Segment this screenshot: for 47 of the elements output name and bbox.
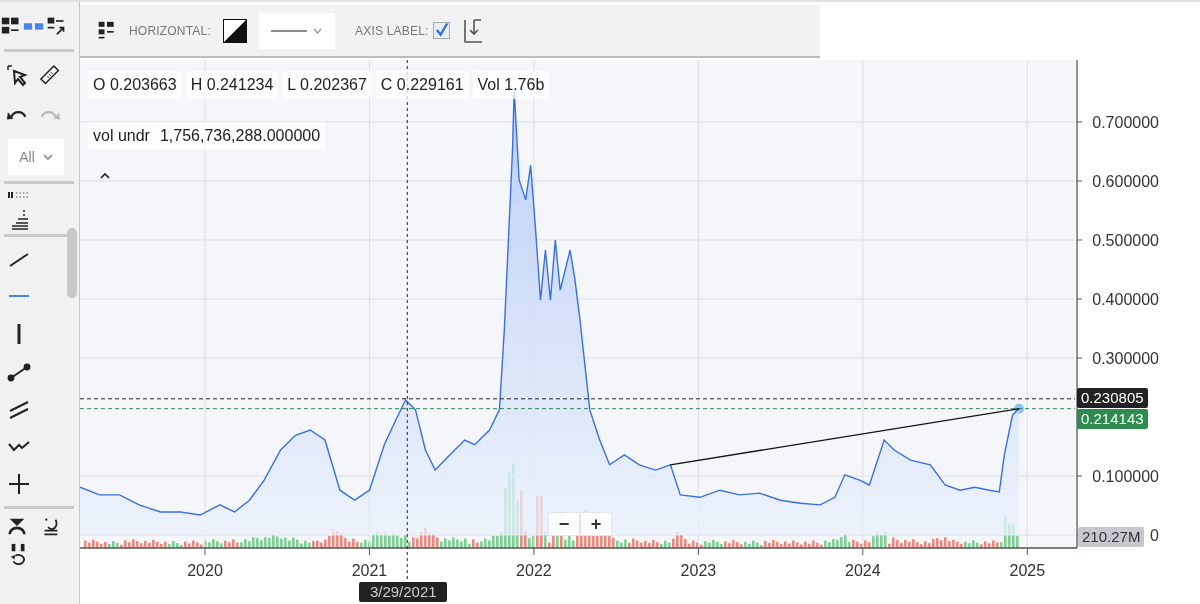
ohlc-legend-item: C 0.229161 [375, 71, 469, 99]
axis-tick-label: 2022 [516, 562, 552, 579]
price-tag: 0.214143 [1077, 408, 1148, 429]
trend-line-drawing[interactable] [669, 408, 1020, 466]
date-tag: 3/29/2021 [359, 582, 448, 602]
expand-icon[interactable] [45, 16, 66, 36]
axis-label-checkbox[interactable] [432, 22, 450, 39]
axis-tick-label: 0.400000 [1092, 291, 1159, 308]
ohlc-legend-item: O 0.203663 [88, 71, 182, 99]
volume-tag: 210.27M [1078, 527, 1145, 547]
axis-tick-label: 0 [1150, 527, 1159, 544]
volume-legend-value: 1,756,736,288.000000 [154, 122, 326, 150]
down-arrow-bracket-icon[interactable] [461, 17, 484, 44]
ohlc-legend-item: H 0.241234 [185, 71, 279, 99]
axis-tick-label: 0.600000 [1092, 172, 1159, 190]
axis-tick-label: 0.500000 [1092, 232, 1159, 249]
chevron-down-icon [313, 27, 323, 34]
toolbar-label: HORIZONTAL: [129, 22, 211, 40]
axis-tick-label: 2024 [845, 562, 881, 579]
volume-legend-label: vol undr [88, 122, 155, 150]
price-tag: 0.230805 [1077, 387, 1148, 408]
axis-tick-label: 2021 [351, 562, 388, 579]
layout-icon[interactable] [97, 19, 117, 42]
axis-tick-label: 0.700000 [1092, 113, 1159, 131]
zoom-out-button[interactable]: − [548, 512, 580, 536]
line-style-dropdown[interactable] [259, 12, 335, 49]
crosshair-icon[interactable] [7, 471, 31, 496]
range-dropdown[interactable]: All [8, 139, 64, 175]
axis-tick-label: 2020 [187, 562, 223, 579]
bars-dots-icon[interactable] [8, 191, 28, 199]
color-swatch-icon[interactable] [223, 18, 247, 43]
dots-icon[interactable] [23, 21, 45, 31]
ruler-icon[interactable] [39, 64, 61, 86]
ohlc-legend-item: Vol 1.76b [472, 71, 550, 99]
toolbar-label: AXIS LABEL: [355, 22, 429, 40]
axis-tick-label: 2025 [1009, 562, 1046, 579]
collapse-chevron-icon[interactable] [100, 172, 110, 179]
axis-tick-label: 0.300000 [1092, 350, 1159, 367]
cursor-icon[interactable] [5, 63, 29, 87]
solid-line-icon [271, 28, 308, 33]
last-point-marker [1014, 403, 1025, 414]
scrollbar-thumb[interactable] [67, 228, 77, 298]
zoom-in-button[interactable]: + [580, 512, 612, 536]
ohlc-legend-item: L 0.202367 [282, 71, 372, 99]
chevron-down-icon [42, 153, 53, 161]
axis-tick-label: 0.100000 [1092, 468, 1159, 485]
axis-tick-label: 2023 [680, 562, 717, 579]
